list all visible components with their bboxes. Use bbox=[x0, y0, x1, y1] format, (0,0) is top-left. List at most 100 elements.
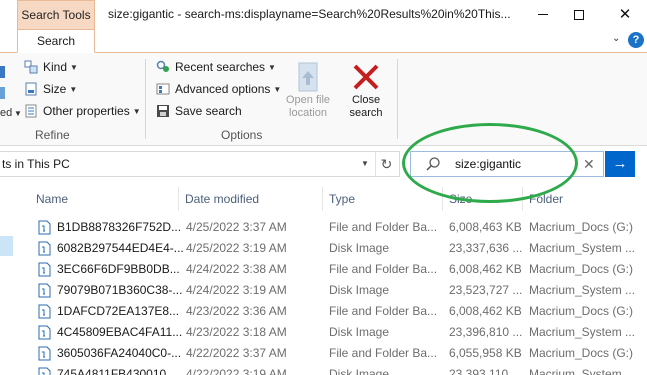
clipped-label: ed bbox=[0, 107, 13, 119]
chevron-down-icon: ▼ bbox=[268, 62, 276, 72]
cell-type: Disk Image bbox=[329, 283, 390, 297]
column-divider[interactable] bbox=[522, 187, 523, 211]
cell-size: 6,055,958 KB bbox=[449, 346, 522, 360]
maximize-button[interactable] bbox=[556, 0, 602, 29]
close-icon: ✕ bbox=[618, 6, 632, 23]
cell-name: 4C45809EBAC4FA11... bbox=[57, 325, 183, 339]
close-search-button[interactable]: Close search bbox=[343, 61, 389, 120]
clear-search-icon[interactable]: ✕ bbox=[583, 152, 595, 176]
open-file-location-label-2: location bbox=[289, 107, 327, 119]
kind-label: Kind bbox=[43, 60, 68, 74]
cell-size: 23,337,636 ... bbox=[449, 241, 523, 255]
nav-selected-item[interactable] bbox=[0, 236, 13, 256]
save-search-button[interactable]: Save search bbox=[156, 104, 242, 118]
cell-date-modified: 4/24/2022 3:19 AM bbox=[186, 283, 287, 297]
address-bar[interactable]: ts in This PC ▼ ↻ bbox=[0, 151, 400, 177]
clipped-icon-top bbox=[0, 66, 5, 78]
size-icon bbox=[25, 82, 37, 96]
ribbon: ed ▼ Kind ▼ Size ▼ Other properties ▼ Refine… bbox=[0, 52, 647, 146]
open-file-location-button[interactable]: Open file location bbox=[280, 61, 336, 120]
cell-size: 23,396,810 ... bbox=[449, 325, 523, 339]
cell-type: Disk Image bbox=[329, 325, 390, 339]
search-query-text: size:gigantic bbox=[455, 157, 522, 171]
cell-size: 23,393,110 ... bbox=[449, 367, 522, 375]
cell-folder: Macrium_Docs (G:) bbox=[529, 304, 634, 318]
other-properties-dropdown[interactable]: Other properties ▼ bbox=[24, 104, 141, 118]
chevron-down-icon: ▼ bbox=[69, 84, 78, 94]
advanced-options-label: Advanced options bbox=[175, 82, 271, 96]
chevron-down-icon: ▼ bbox=[14, 109, 22, 118]
table-row[interactable]: 79079B071B360C38-... 4/24/2022 3:19 AM Dis… bbox=[16, 280, 647, 301]
save-search-label: Save search bbox=[175, 104, 242, 118]
table-row[interactable]: 1DAFCD72EA137E8... 4/23/2022 3:36 AM File … bbox=[16, 301, 647, 322]
window-title: size:gigantic - search-ms:displayname=Se… bbox=[108, 7, 511, 21]
collapse-ribbon-chevron-icon[interactable]: ⌄ bbox=[612, 33, 620, 44]
address-row: ts in This PC ▼ ↻ size:gigantic ✕ → bbox=[0, 147, 647, 181]
close-search-label-1: Close bbox=[351, 94, 381, 106]
size-label: Size bbox=[43, 82, 67, 96]
clipped-icon-middle bbox=[0, 87, 5, 99]
navigation-pane[interactable] bbox=[0, 181, 16, 375]
column-header-date-modified[interactable]: Date modified bbox=[185, 187, 259, 211]
cell-name: 1DAFCD72EA137E8... bbox=[57, 304, 180, 318]
close-search-label-2: search bbox=[349, 107, 383, 119]
file-icon bbox=[38, 241, 51, 256]
cell-date-modified: 4/25/2022 3:19 AM bbox=[186, 241, 287, 255]
cell-name: 6082B297544ED4E4-... bbox=[57, 241, 184, 255]
help-icon[interactable]: ? bbox=[628, 32, 644, 48]
column-divider[interactable] bbox=[178, 187, 179, 211]
search-go-button[interactable]: → bbox=[605, 151, 635, 177]
search-input[interactable]: size:gigantic ✕ bbox=[410, 151, 604, 177]
table-row[interactable]: 6082B297544ED4E4-... 4/25/2022 3:19 AM Dis… bbox=[16, 238, 647, 259]
size-dropdown[interactable]: Size ▼ bbox=[24, 82, 77, 96]
options-group-label: Options bbox=[221, 128, 263, 142]
advanced-options-dropdown[interactable]: Advanced options ▼ bbox=[156, 82, 281, 96]
cell-date-modified: 4/25/2022 3:37 AM bbox=[186, 220, 287, 234]
cell-date-modified: 4/23/2022 3:36 AM bbox=[186, 304, 287, 318]
kind-dropdown[interactable]: Kind ▼ bbox=[24, 60, 78, 74]
recent-searches-dropdown[interactable]: Recent searches ▼ bbox=[156, 60, 276, 74]
cell-folder: Macrium_System ... bbox=[529, 325, 636, 339]
close-window-button[interactable]: ✕ bbox=[602, 0, 647, 29]
column-header-type[interactable]: Type bbox=[329, 187, 355, 211]
search-icon bbox=[426, 157, 440, 171]
open-file-location-icon bbox=[298, 62, 318, 92]
cell-type: File and Folder Ba... bbox=[329, 304, 438, 318]
cell-name: 79079B071B360C38-... bbox=[57, 283, 183, 297]
chevron-down-icon: ▼ bbox=[132, 106, 141, 116]
tab-search[interactable]: Search bbox=[17, 29, 95, 53]
ribbon-tab-row: Search ⌄ ? bbox=[0, 29, 647, 53]
recent-searches-icon bbox=[156, 60, 169, 72]
table-row[interactable]: 4C45809EBAC4FA11... 4/23/2022 3:18 AM Disk… bbox=[16, 322, 647, 343]
column-header-name[interactable]: Name bbox=[36, 187, 68, 211]
address-dropdown-chevron-icon[interactable]: ▼ bbox=[357, 152, 373, 176]
column-divider[interactable] bbox=[442, 187, 443, 211]
cell-date-modified: 4/24/2022 3:38 AM bbox=[186, 262, 287, 276]
table-row[interactable]: 745A4811FB430010... 4/22/2022 3:19 AM Disk… bbox=[16, 364, 647, 375]
column-header-folder[interactable]: Folder bbox=[529, 187, 563, 211]
table-row[interactable]: 3605036FA24040C0-... 4/22/2022 3:37 AM Fil… bbox=[16, 343, 647, 364]
column-divider[interactable] bbox=[322, 187, 323, 211]
cell-name: B1DB8878326F752D... bbox=[57, 220, 182, 234]
cell-type: File and Folder Ba... bbox=[329, 220, 438, 234]
other-properties-label: Other properties bbox=[43, 104, 130, 118]
title-bar: Search Tools size:gigantic - search-ms:d… bbox=[0, 0, 647, 29]
file-icon bbox=[38, 283, 51, 298]
search-tools-context-tab: Search Tools bbox=[17, 0, 95, 29]
maximize-icon bbox=[574, 9, 584, 20]
cell-folder: Macrium_System ... bbox=[529, 241, 636, 255]
column-header-size[interactable]: Size bbox=[449, 187, 472, 211]
table-row[interactable]: B1DB8878326F752D... 4/25/2022 3:37 AM File… bbox=[16, 217, 647, 238]
cell-folder: Macrium_Docs (G:) bbox=[529, 220, 634, 234]
file-icon bbox=[38, 304, 51, 319]
advanced-options-icon bbox=[156, 83, 170, 95]
cell-date-modified: 4/22/2022 3:37 AM bbox=[186, 346, 287, 360]
cell-date-modified: 4/22/2022 3:19 AM bbox=[186, 367, 287, 375]
table-row[interactable]: 3EC66F6DF9BB0DB... 4/24/2022 3:38 AM File … bbox=[16, 259, 647, 280]
open-file-location-label-1: Open file bbox=[285, 94, 331, 106]
refine-group-label: Refine bbox=[35, 128, 70, 142]
minimize-icon bbox=[538, 14, 548, 15]
refresh-icon[interactable]: ↻ bbox=[375, 152, 397, 176]
cell-type: Disk Image bbox=[329, 241, 390, 255]
cell-type: Disk Image bbox=[329, 367, 390, 375]
